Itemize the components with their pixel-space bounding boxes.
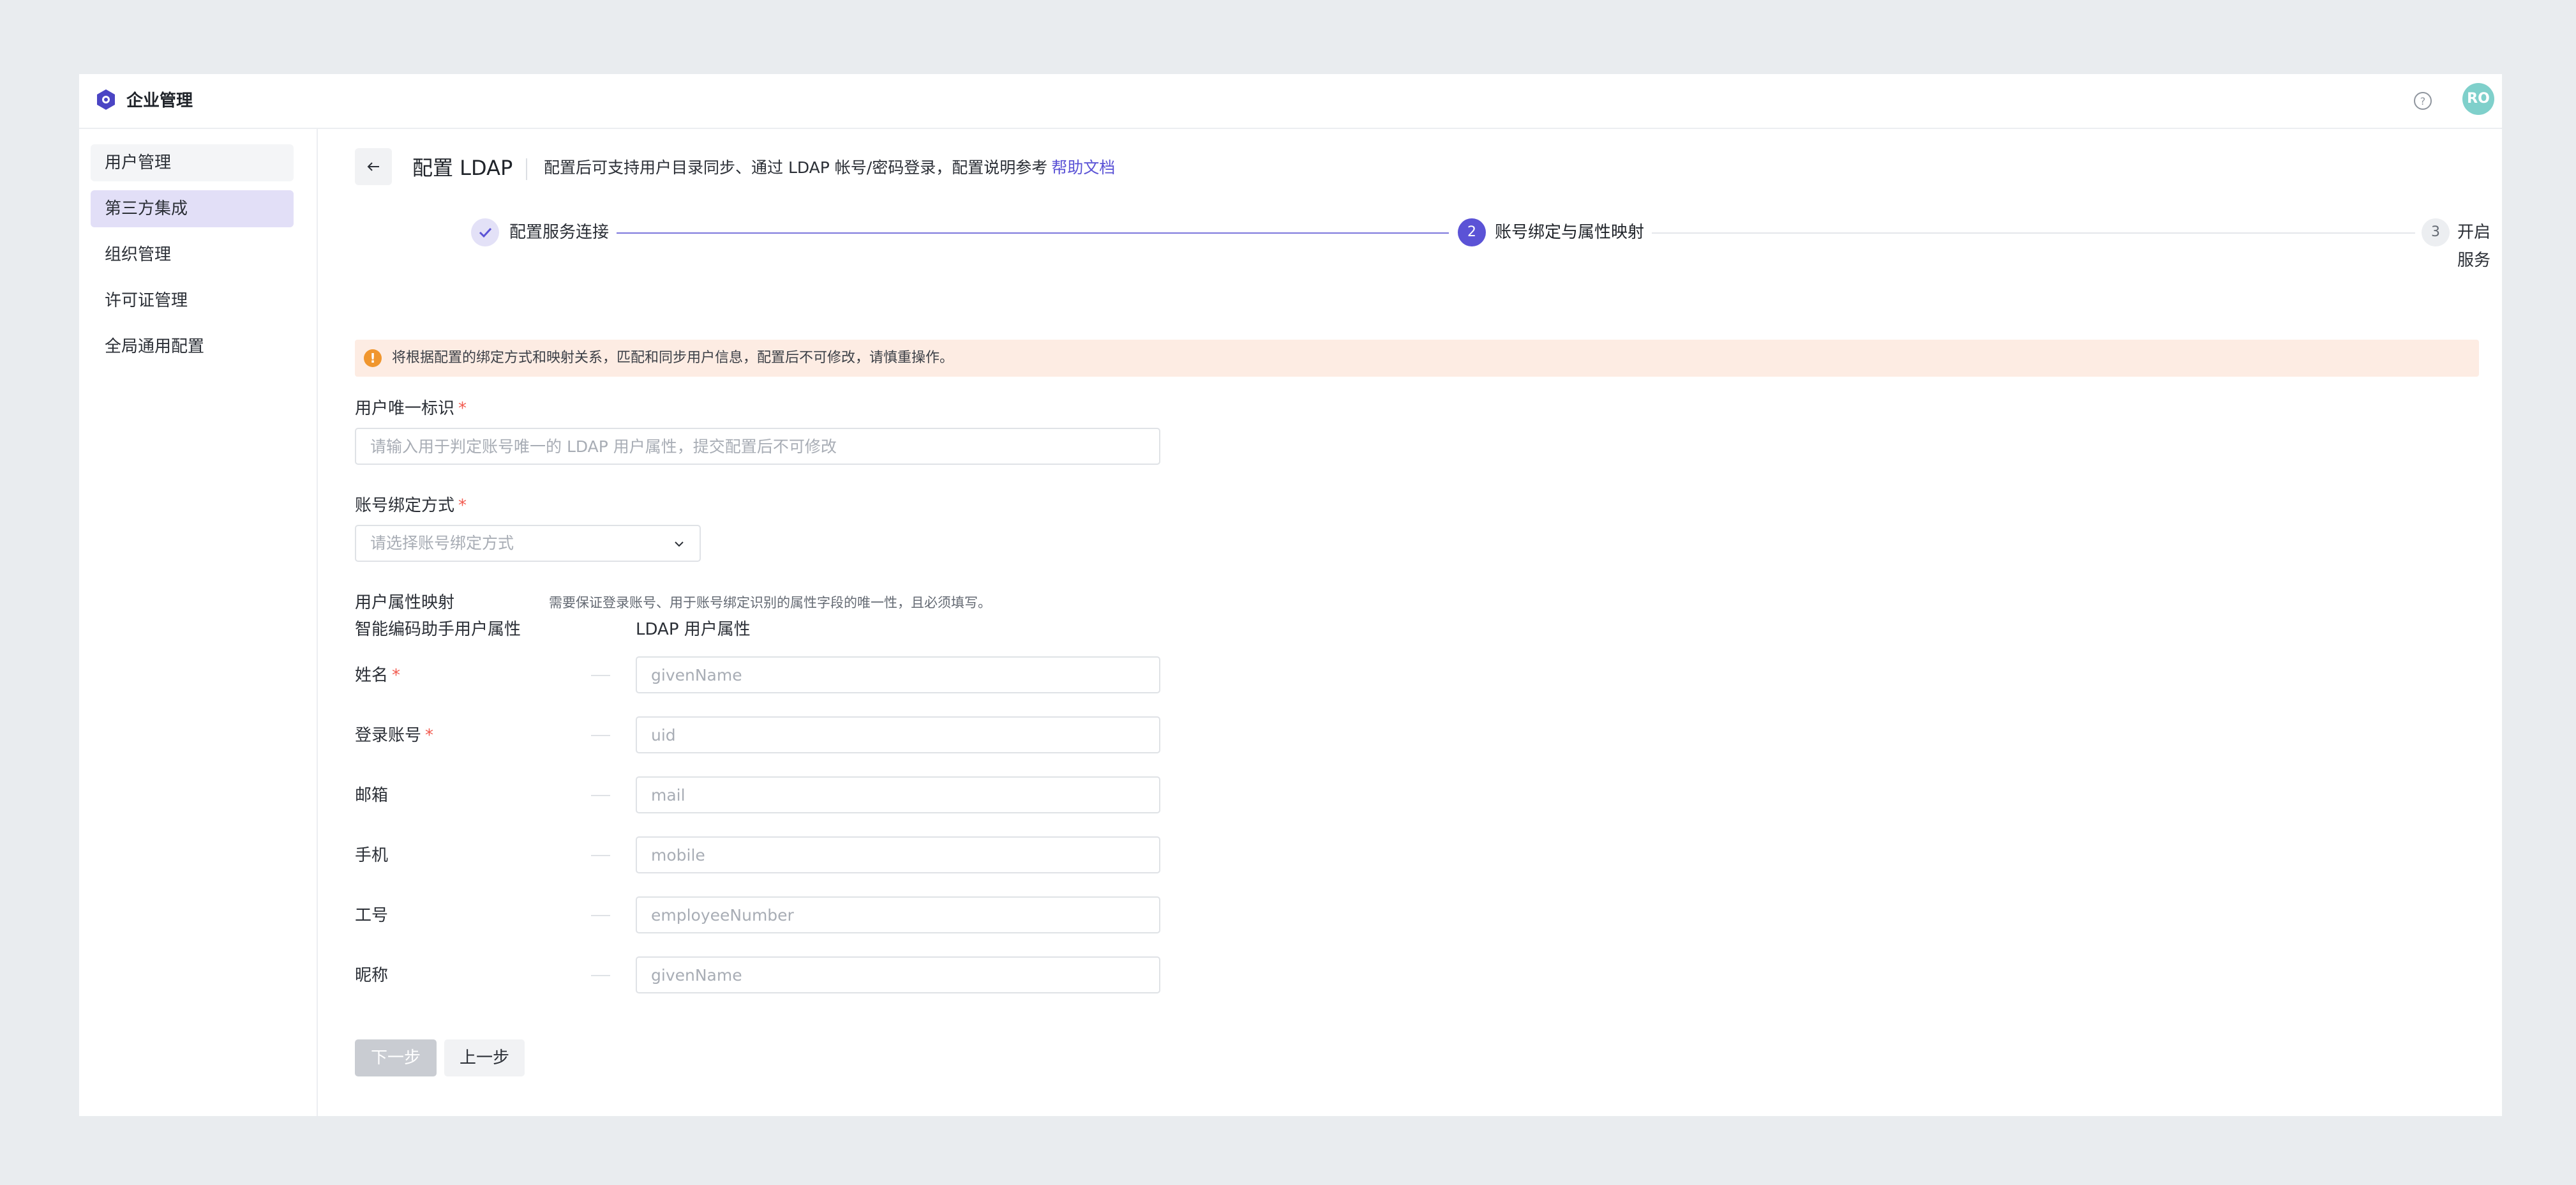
mapping-connector — [591, 975, 610, 976]
step-3-circle: 3 — [2422, 218, 2450, 246]
mapping-row-label-text: 手机 — [355, 846, 389, 865]
binding-label-text: 账号绑定方式 — [355, 496, 455, 515]
required-mark: * — [392, 666, 401, 685]
check-icon — [479, 227, 492, 238]
app-logo-icon — [97, 89, 115, 110]
chevron-down-icon — [675, 541, 684, 547]
unique-id-input[interactable] — [355, 428, 1160, 465]
warning-alert: ! 将根据配置的绑定方式和映射关系，匹配和同步用户信息，配置后不可修改，请慎重操… — [355, 340, 2479, 377]
unique-id-label-text: 用户唯一标识 — [355, 399, 455, 418]
main-content: 配置 LDAP 配置后可支持用户目录同步、通过 LDAP 帐号/密码登录，配置说… — [318, 129, 2502, 1116]
help-doc-link[interactable]: 帮助文档 — [1051, 158, 1115, 177]
mapping-input-email[interactable] — [636, 776, 1160, 813]
binding-select[interactable]: 请选择账号绑定方式 — [355, 525, 701, 562]
sidebar-item-organization[interactable]: 组织管理 — [91, 236, 294, 273]
mapping-row-label-text: 昵称 — [355, 966, 389, 985]
mapping-connector — [591, 735, 610, 736]
step-2-label: 账号绑定与属性映射 — [1495, 223, 1645, 242]
step-3-label: 开启服务 — [2457, 223, 2491, 270]
mapping-connector — [591, 795, 610, 796]
step-line-1 — [617, 232, 1449, 234]
mapping-connector — [591, 855, 610, 856]
mapping-connector — [591, 915, 610, 916]
mapping-row-label-text: 工号 — [355, 906, 389, 925]
required-mark: * — [458, 496, 467, 515]
mapping-row-employee-id-label: 工号 — [355, 903, 392, 928]
sidebar: 用户管理 第三方集成 组织管理 许可证管理 全局通用配置 — [79, 129, 318, 1116]
binding-select-placeholder: 请选择账号绑定方式 — [370, 534, 514, 552]
sidebar-item-license[interactable]: 许可证管理 — [91, 282, 294, 319]
mapping-row-label-text: 登录账号 — [355, 726, 422, 745]
mapping-hint: 需要保证登录账号、用于账号绑定识别的属性字段的唯一性，且必须填写。 — [549, 595, 991, 610]
sidebar-item-global-config[interactable]: 全局通用配置 — [91, 328, 294, 365]
step-line-2 — [1652, 232, 2415, 234]
mapping-row-label-text: 邮箱 — [355, 786, 389, 805]
mapping-col-right: LDAP 用户属性 — [636, 620, 751, 639]
unique-id-label: 用户唯一标识 * — [355, 396, 467, 421]
required-mark: * — [458, 399, 467, 418]
prev-step-button[interactable]: 上一步 — [444, 1039, 525, 1076]
svg-text:?: ? — [2420, 95, 2426, 107]
mapping-row-label-text: 姓名 — [355, 666, 389, 685]
mapping-input-phone[interactable] — [636, 836, 1160, 873]
sidebar-item-third-party[interactable]: 第三方集成 — [91, 190, 294, 227]
mapping-input-employee-id[interactable] — [636, 896, 1160, 933]
mapping-row-phone-label: 手机 — [355, 843, 392, 868]
mapping-row-nickname-label: 昵称 — [355, 963, 392, 988]
app-window: 企业管理 ? RO 用户管理 第三方集成 组织管理 许可证管理 全局通用配置 配… — [79, 74, 2502, 1116]
title-divider — [526, 158, 527, 180]
user-avatar[interactable]: RO — [2462, 83, 2494, 115]
binding-label: 账号绑定方式 * — [355, 493, 467, 518]
mapping-col-left: 智能编码助手用户属性 — [355, 620, 521, 639]
description-text: 配置后可支持用户目录同步、通过 LDAP 帐号/密码登录，配置说明参考 — [544, 158, 1048, 177]
alert-text: 将根据配置的绑定方式和映射关系，匹配和同步用户信息，配置后不可修改，请慎重操作。 — [392, 350, 954, 366]
step-1-circle — [471, 218, 499, 246]
page-description: 配置后可支持用户目录同步、通过 LDAP 帐号/密码登录，配置说明参考 帮助文档 — [544, 153, 1115, 183]
mapping-connector — [591, 675, 610, 676]
required-mark: * — [425, 726, 434, 745]
mapping-input-name[interactable] — [636, 656, 1160, 693]
mapping-row-email-label: 邮箱 — [355, 783, 392, 808]
app-title: 企业管理 — [126, 91, 193, 110]
page-title: 配置 LDAP — [412, 156, 513, 180]
warning-icon: ! — [364, 349, 382, 367]
step-2-circle: 2 — [1458, 218, 1486, 246]
mapping-input-nickname[interactable] — [636, 956, 1160, 993]
mapping-input-account[interactable] — [636, 716, 1160, 753]
help-icon[interactable]: ? — [2410, 88, 2436, 114]
sidebar-item-users[interactable]: 用户管理 — [91, 144, 294, 181]
step-1-label: 配置服务连接 — [509, 223, 610, 242]
top-bar: 企业管理 ? RO — [79, 74, 2502, 129]
mapping-row-account-label: 登录账号 * — [355, 723, 433, 748]
next-step-button[interactable]: 下一步 — [355, 1039, 437, 1076]
mapping-label: 用户属性映射 — [355, 593, 455, 612]
arrow-left-icon — [367, 162, 379, 171]
mapping-row-name-label: 姓名 * — [355, 663, 400, 688]
back-button[interactable] — [355, 148, 392, 185]
